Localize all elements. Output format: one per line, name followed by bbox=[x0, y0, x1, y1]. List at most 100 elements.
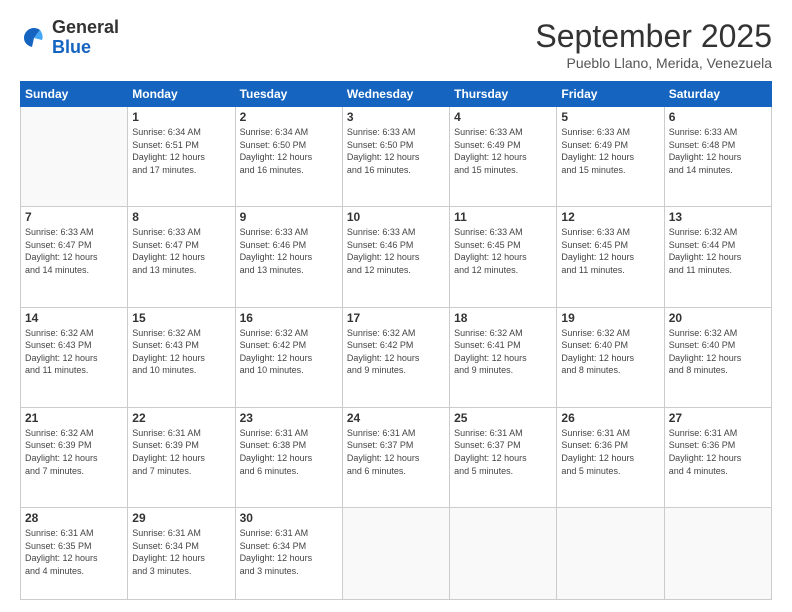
calendar-cell: 28 Sunrise: 6:31 AM Sunset: 6:35 PM Dayli… bbox=[21, 508, 128, 600]
day-info: Sunrise: 6:32 AM Sunset: 6:42 PM Dayligh… bbox=[347, 327, 445, 377]
weekday-header-monday: Monday bbox=[128, 82, 235, 107]
weekday-header-friday: Friday bbox=[557, 82, 664, 107]
calendar-cell: 26Sunrise: 6:31 AM Sunset: 6:36 PM Dayli… bbox=[557, 407, 664, 507]
day-info: Sunrise: 6:31 AM Sunset: 6:36 PM Dayligh… bbox=[669, 427, 767, 477]
calendar-cell: 18Sunrise: 6:32 AM Sunset: 6:41 PM Dayli… bbox=[450, 307, 557, 407]
day-number: 17 bbox=[347, 311, 445, 325]
day-number: 6 bbox=[669, 110, 767, 124]
day-info: Sunrise: 6:32 AM Sunset: 6:43 PM Dayligh… bbox=[25, 327, 123, 377]
day-number: 16 bbox=[240, 311, 338, 325]
day-number: 19 bbox=[561, 311, 659, 325]
day-number: 3 bbox=[347, 110, 445, 124]
calendar-cell: 2 Sunrise: 6:34 AM Sunset: 6:50 PM Daylig… bbox=[235, 107, 342, 207]
calendar-cell: 27 Sunrise: 6:31 AM Sunset: 6:36 PM Dayli… bbox=[664, 407, 771, 507]
day-number: 10 bbox=[347, 210, 445, 224]
calendar-cell: 8 Sunrise: 6:33 AM Sunset: 6:47 PM Daylig… bbox=[128, 207, 235, 307]
day-info: Sunrise: 6:31 AM Sunset: 6:35 PM Dayligh… bbox=[25, 527, 123, 577]
day-info: Sunrise: 6:33 AM Sunset: 6:47 PM Dayligh… bbox=[132, 226, 230, 276]
calendar-cell: 1Sunrise: 6:34 AM Sunset: 6:51 PM Daylig… bbox=[128, 107, 235, 207]
calendar-cell bbox=[450, 508, 557, 600]
logo-blue: Blue bbox=[52, 38, 119, 58]
day-info: Sunrise: 6:31 AM Sunset: 6:37 PM Dayligh… bbox=[347, 427, 445, 477]
calendar-cell: 5 Sunrise: 6:33 AM Sunset: 6:49 PM Daylig… bbox=[557, 107, 664, 207]
day-info: Sunrise: 6:31 AM Sunset: 6:38 PM Dayligh… bbox=[240, 427, 338, 477]
calendar-cell: 11 Sunrise: 6:33 AM Sunset: 6:45 PM Dayli… bbox=[450, 207, 557, 307]
day-info: Sunrise: 6:32 AM Sunset: 6:44 PM Dayligh… bbox=[669, 226, 767, 276]
day-number: 25 bbox=[454, 411, 552, 425]
day-info: Sunrise: 6:33 AM Sunset: 6:49 PM Dayligh… bbox=[561, 126, 659, 176]
logo-icon bbox=[20, 24, 48, 52]
day-number: 30 bbox=[240, 511, 338, 525]
day-number: 14 bbox=[25, 311, 123, 325]
day-info: Sunrise: 6:32 AM Sunset: 6:43 PM Dayligh… bbox=[132, 327, 230, 377]
day-info: Sunrise: 6:34 AM Sunset: 6:50 PM Dayligh… bbox=[240, 126, 338, 176]
calendar-cell: 15 Sunrise: 6:32 AM Sunset: 6:43 PM Dayli… bbox=[128, 307, 235, 407]
weekday-header-thursday: Thursday bbox=[450, 82, 557, 107]
day-number: 1 bbox=[132, 110, 230, 124]
day-number: 2 bbox=[240, 110, 338, 124]
calendar-cell: 22 Sunrise: 6:31 AM Sunset: 6:39 PM Dayli… bbox=[128, 407, 235, 507]
calendar-cell: 13 Sunrise: 6:32 AM Sunset: 6:44 PM Dayli… bbox=[664, 207, 771, 307]
calendar-cell: 6 Sunrise: 6:33 AM Sunset: 6:48 PM Daylig… bbox=[664, 107, 771, 207]
logo-general: General bbox=[52, 18, 119, 38]
calendar-header-row: SundayMondayTuesdayWednesdayThursdayFrid… bbox=[21, 82, 772, 107]
day-number: 8 bbox=[132, 210, 230, 224]
weekday-header-tuesday: Tuesday bbox=[235, 82, 342, 107]
day-number: 5 bbox=[561, 110, 659, 124]
calendar-cell: 30 Sunrise: 6:31 AM Sunset: 6:34 PM Dayli… bbox=[235, 508, 342, 600]
logo-text: General Blue bbox=[52, 18, 119, 58]
day-number: 13 bbox=[669, 210, 767, 224]
day-info: Sunrise: 6:32 AM Sunset: 6:42 PM Dayligh… bbox=[240, 327, 338, 377]
month-title: September 2025 bbox=[535, 18, 772, 55]
calendar-cell: 20Sunrise: 6:32 AM Sunset: 6:40 PM Dayli… bbox=[664, 307, 771, 407]
day-info: Sunrise: 6:33 AM Sunset: 6:45 PM Dayligh… bbox=[454, 226, 552, 276]
day-info: Sunrise: 6:33 AM Sunset: 6:46 PM Dayligh… bbox=[240, 226, 338, 276]
day-number: 15 bbox=[132, 311, 230, 325]
day-number: 23 bbox=[240, 411, 338, 425]
day-info: Sunrise: 6:31 AM Sunset: 6:37 PM Dayligh… bbox=[454, 427, 552, 477]
day-info: Sunrise: 6:32 AM Sunset: 6:40 PM Dayligh… bbox=[561, 327, 659, 377]
weekday-header-saturday: Saturday bbox=[664, 82, 771, 107]
day-info: Sunrise: 6:33 AM Sunset: 6:49 PM Dayligh… bbox=[454, 126, 552, 176]
day-number: 12 bbox=[561, 210, 659, 224]
calendar-cell: 3 Sunrise: 6:33 AM Sunset: 6:50 PM Daylig… bbox=[342, 107, 449, 207]
calendar-cell: 23 Sunrise: 6:31 AM Sunset: 6:38 PM Dayli… bbox=[235, 407, 342, 507]
calendar-cell: 25 Sunrise: 6:31 AM Sunset: 6:37 PM Dayli… bbox=[450, 407, 557, 507]
day-number: 7 bbox=[25, 210, 123, 224]
day-info: Sunrise: 6:31 AM Sunset: 6:34 PM Dayligh… bbox=[240, 527, 338, 577]
calendar-cell bbox=[21, 107, 128, 207]
weekday-header-sunday: Sunday bbox=[21, 82, 128, 107]
day-number: 11 bbox=[454, 210, 552, 224]
day-number: 22 bbox=[132, 411, 230, 425]
day-number: 28 bbox=[25, 511, 123, 525]
calendar-cell: 21Sunrise: 6:32 AM Sunset: 6:39 PM Dayli… bbox=[21, 407, 128, 507]
weekday-header-wednesday: Wednesday bbox=[342, 82, 449, 107]
calendar-cell: 19 Sunrise: 6:32 AM Sunset: 6:40 PM Dayli… bbox=[557, 307, 664, 407]
day-number: 20 bbox=[669, 311, 767, 325]
day-info: Sunrise: 6:33 AM Sunset: 6:50 PM Dayligh… bbox=[347, 126, 445, 176]
day-number: 29 bbox=[132, 511, 230, 525]
logo: General Blue bbox=[20, 18, 119, 58]
calendar-cell: 24 Sunrise: 6:31 AM Sunset: 6:37 PM Dayli… bbox=[342, 407, 449, 507]
day-number: 9 bbox=[240, 210, 338, 224]
calendar-cell: 29Sunrise: 6:31 AM Sunset: 6:34 PM Dayli… bbox=[128, 508, 235, 600]
day-number: 27 bbox=[669, 411, 767, 425]
day-info: Sunrise: 6:31 AM Sunset: 6:39 PM Dayligh… bbox=[132, 427, 230, 477]
calendar-cell: 7 Sunrise: 6:33 AM Sunset: 6:47 PM Daylig… bbox=[21, 207, 128, 307]
day-info: Sunrise: 6:33 AM Sunset: 6:45 PM Dayligh… bbox=[561, 226, 659, 276]
header: General Blue September 2025 Pueblo Llano… bbox=[20, 18, 772, 71]
day-number: 26 bbox=[561, 411, 659, 425]
day-info: Sunrise: 6:33 AM Sunset: 6:47 PM Dayligh… bbox=[25, 226, 123, 276]
day-info: Sunrise: 6:32 AM Sunset: 6:41 PM Dayligh… bbox=[454, 327, 552, 377]
day-info: Sunrise: 6:33 AM Sunset: 6:48 PM Dayligh… bbox=[669, 126, 767, 176]
location: Pueblo Llano, Merida, Venezuela bbox=[535, 55, 772, 71]
calendar-cell bbox=[342, 508, 449, 600]
calendar-table: SundayMondayTuesdayWednesdayThursdayFrid… bbox=[20, 81, 772, 600]
calendar-cell bbox=[557, 508, 664, 600]
calendar-cell: 10Sunrise: 6:33 AM Sunset: 6:46 PM Dayli… bbox=[342, 207, 449, 307]
day-number: 24 bbox=[347, 411, 445, 425]
calendar-cell bbox=[664, 508, 771, 600]
calendar-cell: 17 Sunrise: 6:32 AM Sunset: 6:42 PM Dayli… bbox=[342, 307, 449, 407]
page: General Blue September 2025 Pueblo Llano… bbox=[0, 0, 792, 612]
calendar-cell: 12 Sunrise: 6:33 AM Sunset: 6:45 PM Dayli… bbox=[557, 207, 664, 307]
